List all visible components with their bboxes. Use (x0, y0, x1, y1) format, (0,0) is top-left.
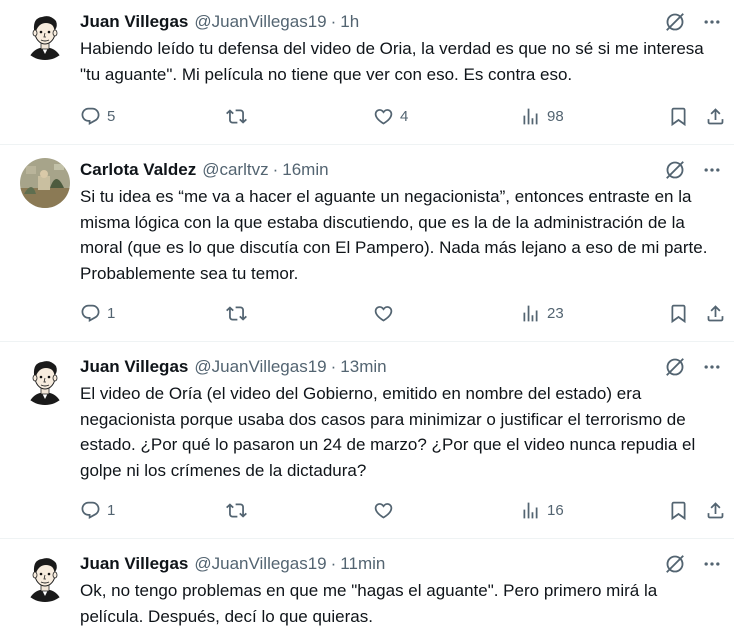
grok-icon[interactable] (664, 356, 686, 378)
tweet-text: Habiendo leído tu defensa del video de O… (80, 39, 704, 84)
retweet-icon (226, 303, 247, 324)
tweet-top-actions (664, 158, 722, 182)
author-handle[interactable]: @JuanVillegas19 (194, 357, 326, 377)
timestamp[interactable]: 1h (340, 12, 359, 32)
divider (0, 144, 734, 145)
share-button[interactable] (705, 303, 726, 324)
author-handle[interactable]: @JuanVillegas19 (194, 12, 326, 32)
author-handle[interactable]: @JuanVillegas19 (194, 554, 326, 574)
bookmark-icon (668, 303, 689, 324)
avatar[interactable] (20, 552, 70, 602)
share-icon (705, 500, 726, 521)
tweet[interactable]: Carlota Valdez @carltvz · 16min Si tu id… (0, 148, 734, 338)
share-button[interactable] (705, 106, 726, 127)
share-icon (705, 303, 726, 324)
tweet-text: El video de Oría (el video del Gobierno,… (80, 384, 696, 480)
more-icon[interactable] (702, 357, 722, 377)
more-icon[interactable] (702, 160, 722, 180)
author-name[interactable]: Juan Villegas (80, 12, 188, 32)
tweet-text: Ok, no tengo problemas en que me "hagas … (80, 581, 658, 626)
tweet-text: Si tu idea es “me va a hacer el aguante … (80, 187, 708, 283)
timestamp[interactable]: 16min (282, 160, 328, 180)
reply-button[interactable]: 5 (80, 106, 115, 127)
timestamp[interactable]: 13min (340, 357, 386, 377)
tweet-actions: 1 23 (80, 301, 722, 325)
views-count: 16 (547, 501, 564, 519)
tweet-header: Juan Villegas @JuanVillegas19 · 11min (80, 552, 385, 576)
bookmark-icon (668, 106, 689, 127)
author-name[interactable]: Juan Villegas (80, 357, 188, 377)
tweet-actions: 1 16 (80, 498, 722, 522)
views-icon (520, 106, 541, 127)
grok-icon[interactable] (664, 159, 686, 181)
author-handle[interactable]: @carltvz (202, 160, 268, 180)
tweet-header: Juan Villegas @JuanVillegas19 · 13min (80, 355, 387, 379)
tweet-top-actions (664, 552, 722, 576)
separator-dot: · (330, 357, 337, 376)
avatar[interactable] (20, 355, 70, 405)
tweet[interactable]: Juan Villegas @JuanVillegas19 · 1h Habie… (0, 0, 734, 140)
views-icon (520, 500, 541, 521)
reply-button[interactable]: 1 (80, 500, 115, 521)
heart-icon (373, 303, 394, 324)
avatar[interactable] (20, 158, 70, 208)
views-button[interactable]: 16 (520, 500, 564, 521)
like-count: 4 (400, 107, 409, 125)
views-count: 23 (547, 304, 564, 322)
tweet-header: Carlota Valdez @carltvz · 16min (80, 158, 329, 182)
reply-icon (80, 303, 101, 324)
more-icon[interactable] (702, 12, 722, 32)
like-button[interactable] (373, 500, 400, 521)
separator-dot: · (330, 554, 337, 573)
bookmark-button[interactable] (668, 500, 689, 521)
share-icon (705, 106, 726, 127)
tweet-top-actions (664, 355, 722, 379)
bookmark-button[interactable] (668, 303, 689, 324)
retweet-button[interactable] (226, 303, 253, 324)
like-button[interactable]: 4 (373, 106, 408, 127)
retweet-icon (226, 500, 247, 521)
reply-count: 1 (107, 501, 116, 519)
author-name[interactable]: Juan Villegas (80, 554, 188, 574)
tweet[interactable]: Juan Villegas @JuanVillegas19 · 13min El… (0, 345, 734, 535)
tweet[interactable]: Juan Villegas @JuanVillegas19 · 11min Ok… (0, 542, 734, 639)
tweet-actions: 5 4 98 (80, 104, 722, 128)
retweet-button[interactable] (226, 500, 253, 521)
bookmark-icon (668, 500, 689, 521)
reply-button[interactable]: 1 (80, 303, 115, 324)
timestamp[interactable]: 11min (340, 554, 385, 574)
reply-count: 1 (107, 304, 116, 322)
reply-count: 5 (107, 107, 116, 125)
retweet-button[interactable] (226, 106, 253, 127)
divider (0, 341, 734, 342)
views-count: 98 (547, 107, 564, 125)
views-icon (520, 303, 541, 324)
divider (0, 538, 734, 539)
views-button[interactable]: 98 (520, 106, 564, 127)
reply-icon (80, 500, 101, 521)
retweet-icon (226, 106, 247, 127)
grok-icon[interactable] (664, 11, 686, 33)
reply-icon (80, 106, 101, 127)
like-button[interactable] (373, 303, 400, 324)
grok-icon[interactable] (664, 553, 686, 575)
tweet-top-actions (664, 10, 722, 34)
tweet-header: Juan Villegas @JuanVillegas19 · 1h (80, 10, 359, 34)
bookmark-button[interactable] (668, 106, 689, 127)
separator-dot: · (272, 160, 279, 179)
separator-dot: · (330, 12, 337, 31)
share-button[interactable] (705, 500, 726, 521)
avatar[interactable] (20, 10, 70, 60)
views-button[interactable]: 23 (520, 303, 564, 324)
heart-icon (373, 106, 394, 127)
more-icon[interactable] (702, 554, 722, 574)
author-name[interactable]: Carlota Valdez (80, 160, 196, 180)
heart-icon (373, 500, 394, 521)
